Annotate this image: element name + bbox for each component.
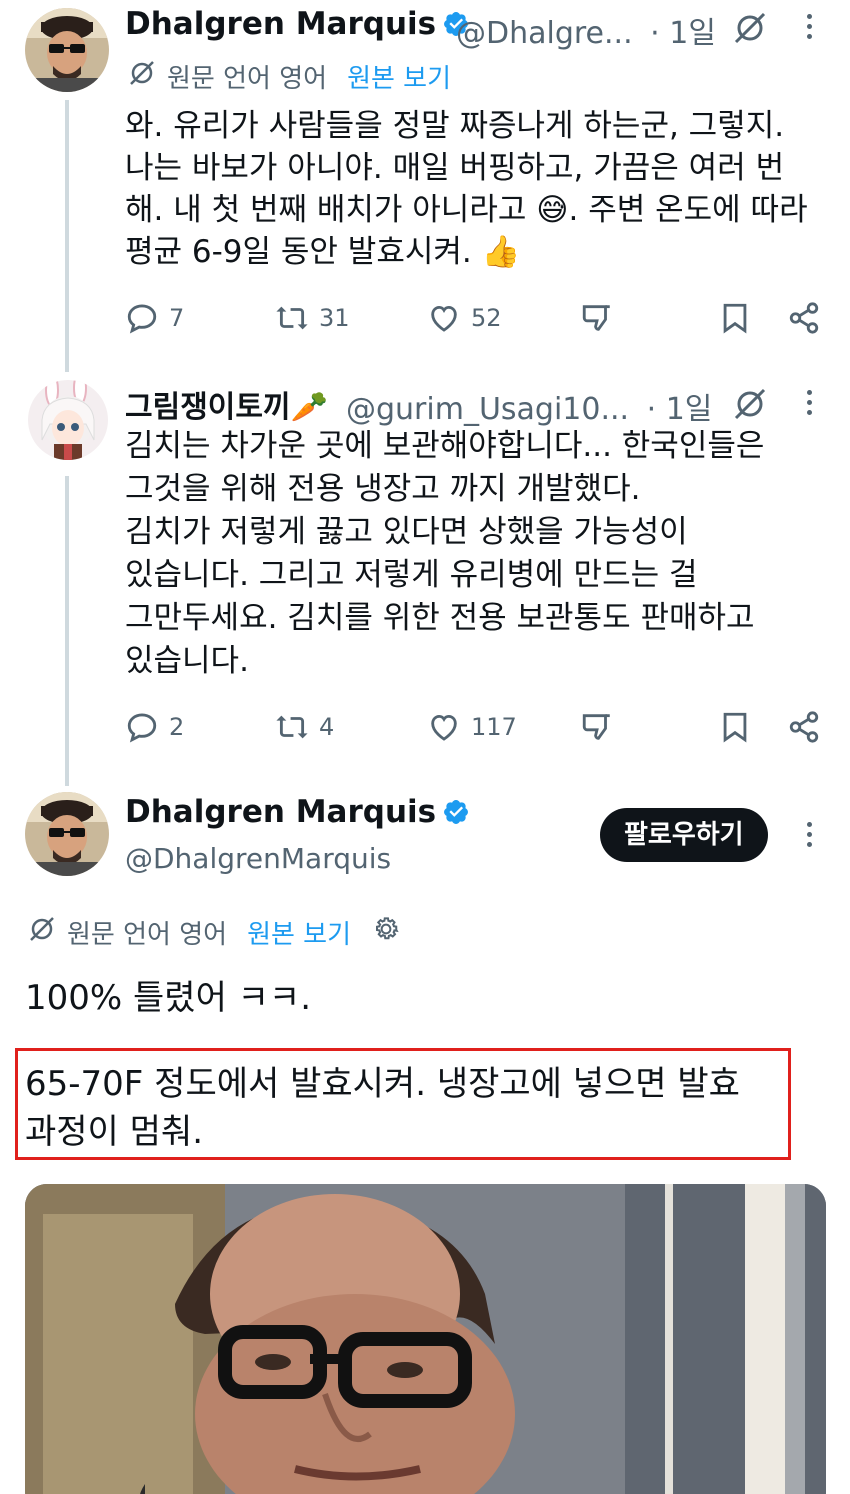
bookmark-icon	[723, 303, 747, 334]
like-icon	[431, 305, 457, 332]
share-button[interactable]	[787, 707, 821, 747]
bookmark-button[interactable]	[718, 707, 752, 747]
avatar[interactable]	[25, 792, 109, 876]
timestamp[interactable]: · 1일	[647, 392, 713, 427]
bookmark-icon	[723, 712, 747, 743]
dislike-button[interactable]	[580, 298, 614, 338]
author-name[interactable]: 그림쟁이토끼🥕	[125, 382, 328, 426]
like-icon	[431, 714, 457, 741]
thread-line	[65, 100, 69, 372]
like-button[interactable]: 52	[427, 298, 502, 338]
translation-note: 원문 언어 영어 원본 보기	[27, 914, 401, 951]
like-button[interactable]: 117	[427, 707, 517, 747]
show-original-link[interactable]: 원본 보기	[247, 914, 351, 951]
avatar[interactable]	[25, 8, 109, 92]
photo-image	[25, 1184, 826, 1494]
translate-icon	[127, 58, 157, 95]
dislike-button[interactable]	[580, 707, 614, 747]
author-name[interactable]: Dhalgren Marquis	[125, 6, 470, 46]
reply-button[interactable]: 2	[125, 707, 184, 747]
action-bar: 2 4 117	[125, 707, 825, 747]
settings-gear-icon[interactable]	[371, 914, 401, 951]
author-handle[interactable]: @Dhalgre... · 1일	[456, 8, 716, 52]
follow-button[interactable]: 팔로우하기	[600, 808, 768, 862]
timestamp[interactable]: · 1일	[650, 16, 716, 51]
repost-icon	[276, 715, 308, 739]
thread-line	[65, 476, 69, 786]
translation-note: 원문 언어 영어 원본 보기	[127, 58, 451, 95]
author-name[interactable]: Dhalgren Marquis	[125, 794, 470, 834]
avatar[interactable]	[28, 380, 108, 460]
repost-button[interactable]: 4	[275, 707, 334, 747]
author-handle[interactable]: @DhalgrenMarquis	[125, 842, 391, 875]
tweet-text: 100% 틀렸어 ㅋㅋ.	[25, 978, 312, 1018]
share-icon	[789, 302, 819, 334]
grok-icon[interactable]	[732, 386, 768, 422]
author-handle[interactable]: @gurim_Usagi10... · 1일	[346, 384, 712, 428]
translate-icon	[27, 914, 57, 951]
tweet-text-highlighted: 65-70F 정도에서 발효시켜. 냉장고에 넣으면 발효 과정이 멈춰.	[25, 1064, 740, 1152]
more-dots-icon[interactable]	[804, 822, 814, 850]
reply-icon	[127, 713, 157, 743]
grok-icon[interactable]	[732, 10, 768, 46]
reply-icon	[127, 304, 157, 334]
more-dots-icon[interactable]	[804, 390, 814, 418]
action-bar: 7 31 52	[125, 298, 825, 338]
dislike-icon	[582, 305, 610, 331]
tweet-text: 김치는 차가운 곳에 보관해야합니다... 한국인들은 그것을 위해 전용 냉장…	[125, 428, 765, 679]
share-button[interactable]	[787, 298, 821, 338]
verified-badge-icon	[442, 798, 470, 834]
reply-button[interactable]: 7	[125, 298, 184, 338]
bookmark-button[interactable]	[718, 298, 752, 338]
repost-icon	[276, 306, 308, 330]
attached-photo[interactable]	[25, 1184, 826, 1494]
dislike-icon	[582, 714, 610, 740]
repost-button[interactable]: 31	[275, 298, 350, 338]
tweet-text: 와. 유리가 사람들을 정말 짜증나게 하는군, 그렇지. 나는 바보가 아니야…	[125, 108, 808, 270]
share-icon	[789, 711, 819, 743]
more-dots-icon[interactable]	[804, 14, 814, 42]
show-original-link[interactable]: 원본 보기	[347, 58, 451, 95]
